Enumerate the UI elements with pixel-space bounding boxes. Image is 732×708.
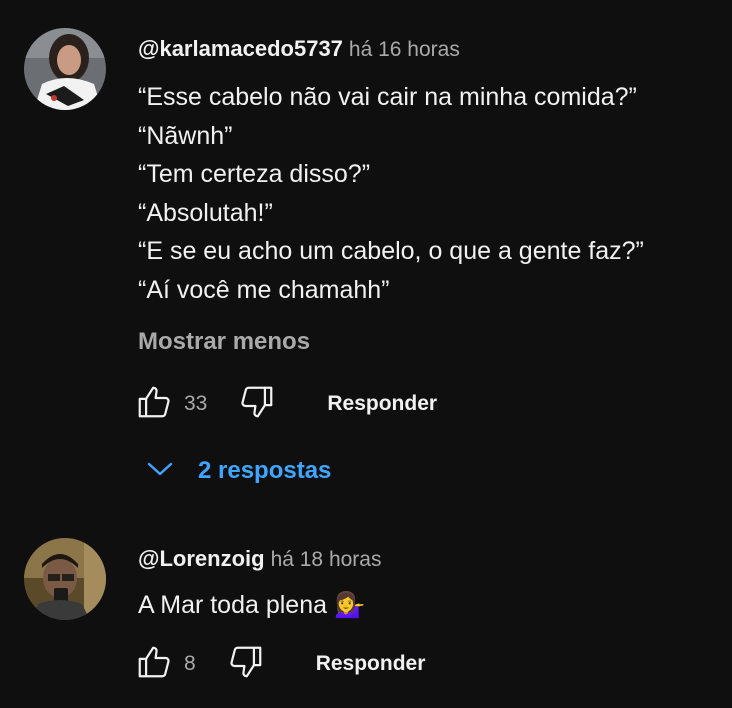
comment-actions: 33 Responder — [134, 384, 437, 424]
comment-text: “Esse cabelo não vai cair na minha comid… — [138, 78, 644, 309]
thumb-down-icon — [227, 643, 265, 686]
like-button[interactable] — [134, 644, 174, 684]
like-button[interactable] — [134, 384, 174, 424]
comment-line: “Aí você me chamahh” — [138, 275, 390, 304]
comment-line: “Absolutah!” — [138, 198, 273, 227]
avatar[interactable] — [24, 28, 106, 110]
show-replies-button[interactable]: 2 respostas — [146, 451, 331, 491]
show-less-button[interactable]: Mostrar menos — [138, 328, 310, 356]
replies-count-label: 2 respostas — [198, 457, 332, 484]
comment-line: “Nãwnh” — [138, 121, 233, 150]
comment-actions: 8 Responder — [134, 644, 425, 684]
comment-thread: @karlamacedo5737 há 16 horas “Esse cabelo… — [0, 0, 732, 500]
reply-button[interactable]: Responder — [327, 392, 437, 416]
reply-button[interactable]: Responder — [316, 652, 426, 676]
thumb-up-icon — [135, 383, 173, 426]
comment-header: @Lorenzoig há 18 horas — [138, 546, 381, 572]
author-name[interactable]: @karlamacedo5737 — [138, 36, 343, 61]
comment-thread: @Lorenzoig há 18 horas A Mar toda plena 💁… — [0, 520, 732, 708]
comment-line: “E se eu acho um cabelo, o que a gente f… — [138, 237, 644, 265]
like-count: 8 — [184, 652, 196, 675]
thumb-up-icon — [135, 643, 173, 686]
dislike-button[interactable] — [237, 384, 277, 424]
chevron-down-icon — [146, 457, 174, 485]
comment-line: A Mar toda plena 💁‍♀️ — [138, 591, 366, 619]
comment-line: “Tem certeza disso?” — [138, 160, 371, 188]
author-name[interactable]: @Lorenzoig — [138, 546, 265, 571]
like-count: 33 — [184, 392, 208, 415]
timestamp[interactable]: há 18 horas — [271, 548, 382, 571]
thumb-down-icon — [238, 383, 276, 426]
avatar[interactable] — [24, 538, 106, 620]
dislike-button[interactable] — [226, 644, 266, 684]
comments-section: @karlamacedo5737 há 16 horas “Esse cabelo… — [0, 0, 732, 708]
comment-text: A Mar toda plena 💁‍♀️ — [138, 586, 365, 625]
timestamp[interactable]: há 16 horas — [349, 38, 460, 61]
comment-line: “Esse cabelo não vai cair na minha comid… — [138, 83, 637, 111]
comment-header: @karlamacedo5737 há 16 horas — [138, 36, 460, 62]
